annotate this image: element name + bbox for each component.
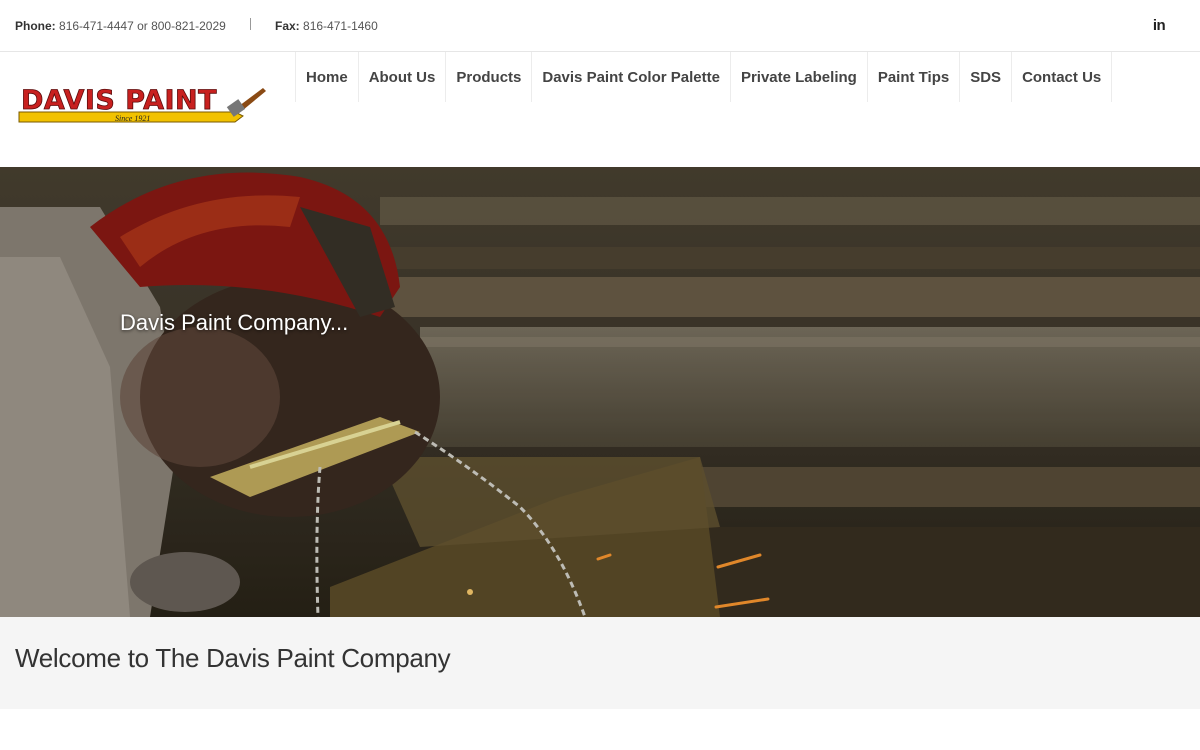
welcome-section: Welcome to The Davis Paint Company xyxy=(0,617,1200,709)
phone-number[interactable]: 816-471-4447 or 800-821-2029 xyxy=(59,19,226,33)
nav-sds[interactable]: SDS xyxy=(959,52,1011,102)
davis-paint-logo[interactable]: DAVIS PAINT Since 1921 xyxy=(17,82,267,128)
welcome-heading: Welcome to The Davis Paint Company xyxy=(15,643,451,673)
nav-about-us[interactable]: About Us xyxy=(357,52,446,102)
phone-label: Phone: xyxy=(15,19,56,33)
phone-info: Phone: 816-471-4447 or 800-821-2029 xyxy=(15,19,226,33)
nav-home[interactable]: Home xyxy=(295,52,358,102)
nav-contact-us[interactable]: Contact Us xyxy=(1011,52,1113,102)
hero-banner: Davis Paint Company... xyxy=(0,167,1200,617)
linkedin-icon[interactable]: in xyxy=(1150,17,1168,35)
divider xyxy=(250,18,251,30)
nav-paint-tips[interactable]: Paint Tips xyxy=(866,52,959,102)
logo-tagline: Since 1921 xyxy=(115,114,150,123)
fax-number: 816-471-1460 xyxy=(303,19,378,33)
site-header: DAVIS PAINT Since 1921 Home About Us Pro… xyxy=(0,52,1200,167)
top-contact-bar: Phone: 816-471-4447 or 800-821-2029 Fax:… xyxy=(0,0,1200,52)
hero-caption: Davis Paint Company... xyxy=(120,310,349,335)
logo-brand-text: DAVIS PAINT xyxy=(21,85,217,116)
nav-private-labeling[interactable]: Private Labeling xyxy=(729,52,867,102)
fax-info: Fax: 816-471-1460 xyxy=(275,19,378,33)
hero-image xyxy=(0,167,1200,617)
main-nav: Home About Us Products Davis Paint Color… xyxy=(295,52,1113,102)
fax-label: Fax: xyxy=(275,19,300,33)
nav-color-palette[interactable]: Davis Paint Color Palette xyxy=(531,52,730,102)
nav-products[interactable]: Products xyxy=(445,52,531,102)
